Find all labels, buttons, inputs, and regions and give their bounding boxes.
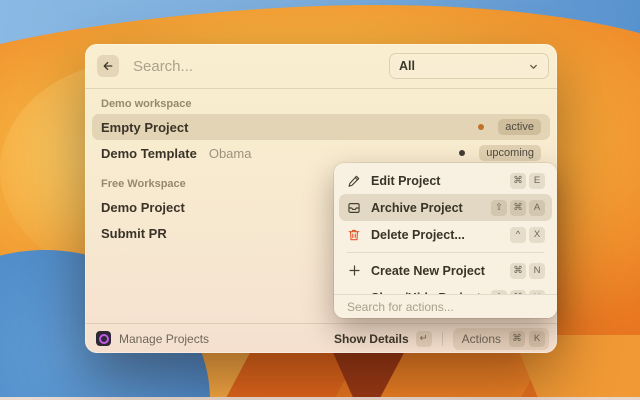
item-title: Submit PR bbox=[101, 225, 167, 241]
trash-icon bbox=[346, 228, 362, 242]
shortcut-keys: ⌘ N bbox=[510, 262, 545, 279]
filter-dropdown[interactable]: All bbox=[389, 53, 549, 79]
menu-divider bbox=[347, 252, 544, 253]
menu-item-delete-project[interactable]: Delete Project... ^ X bbox=[339, 221, 552, 248]
footer-divider bbox=[441, 331, 443, 346]
menu-item-create-new-project[interactable]: Create New Project ⌘ N bbox=[339, 257, 552, 284]
status-dot bbox=[478, 124, 485, 130]
status-badge: active bbox=[498, 119, 541, 135]
item-title: Demo Project bbox=[101, 199, 185, 215]
menu-item-archive-project[interactable]: Archive Project ⇧ ⌘ A bbox=[339, 194, 552, 221]
show-details-button[interactable]: Show Details bbox=[334, 332, 409, 346]
status-dot bbox=[459, 150, 466, 156]
manage-projects-app-icon bbox=[96, 331, 111, 346]
shortcut-keys: ⌘ E bbox=[510, 172, 545, 189]
return-key-icon: ↵ bbox=[415, 330, 432, 347]
actions-menu: Edit Project ⌘ E Archive Project ⇧ ⌘ A D… bbox=[334, 163, 557, 318]
cmd-key: ⌘ bbox=[509, 330, 525, 347]
actions-button[interactable]: Actions ⌘ K bbox=[452, 327, 549, 350]
archive-icon bbox=[346, 201, 362, 215]
list-item-empty-project[interactable]: Empty Project active bbox=[92, 114, 550, 140]
item-title: Demo Template bbox=[101, 145, 197, 161]
search-input[interactable] bbox=[131, 56, 377, 76]
k-key: K bbox=[529, 330, 545, 347]
status-badge: upcoming bbox=[479, 145, 541, 161]
menu-item-edit-project[interactable]: Edit Project ⌘ E bbox=[339, 167, 552, 194]
section-label: Demo workspace bbox=[101, 98, 192, 110]
pencil-icon bbox=[346, 174, 362, 188]
footer-app-name: Manage Projects bbox=[119, 331, 210, 346]
item-subtitle: Obama bbox=[208, 145, 252, 161]
shortcut-keys: ⇧ ⌘ A bbox=[491, 199, 545, 216]
chevron-down-icon bbox=[528, 61, 539, 72]
actions-search-bar bbox=[334, 294, 557, 318]
back-button[interactable] bbox=[97, 55, 119, 77]
item-title: Empty Project bbox=[101, 119, 189, 135]
arrow-left-icon bbox=[102, 60, 114, 72]
search-header: All bbox=[85, 44, 557, 89]
filter-dropdown-value: All bbox=[399, 59, 415, 73]
shortcut-keys: ^ X bbox=[510, 226, 545, 243]
plus-icon bbox=[346, 264, 362, 277]
actions-search-input[interactable] bbox=[345, 298, 546, 315]
window-footer: Manage Projects Show Details ↵ Actions ⌘… bbox=[85, 323, 557, 353]
